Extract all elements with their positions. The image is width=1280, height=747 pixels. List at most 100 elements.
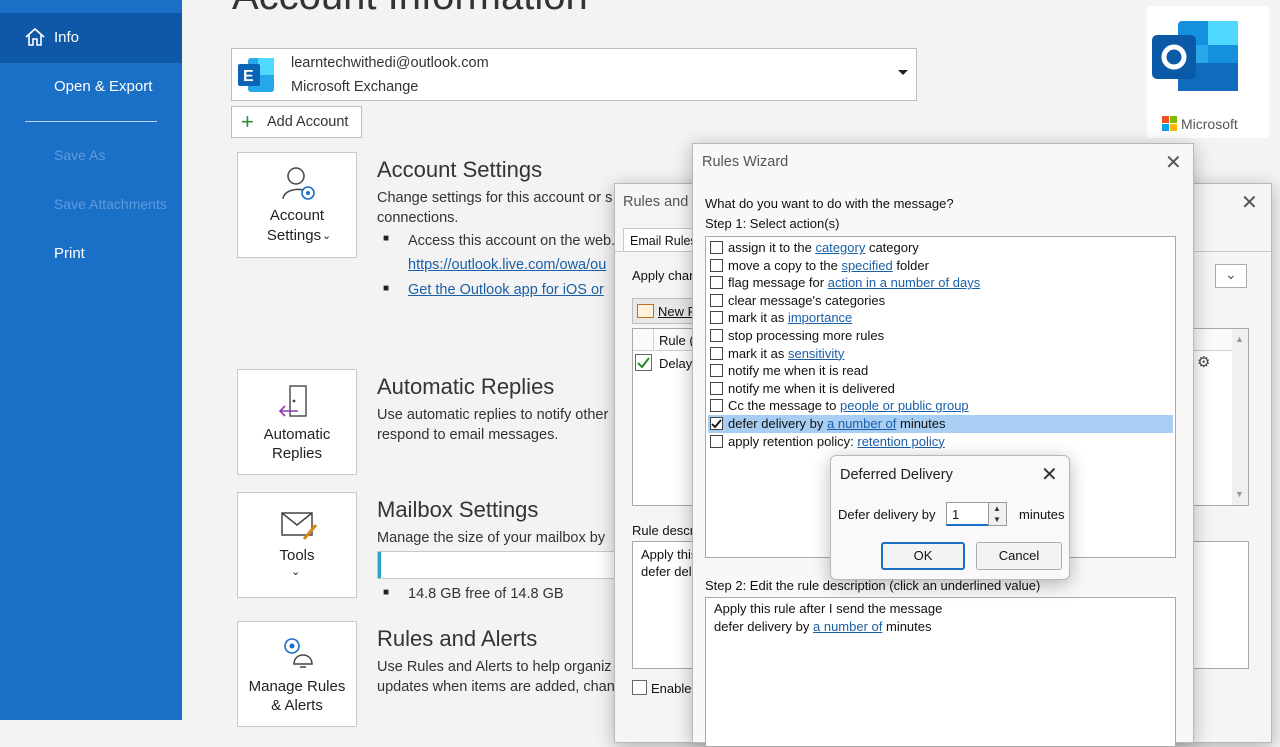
action-text: move a copy to the specified folder [728,257,929,274]
apply-changes-label: Apply chan [632,268,697,283]
account-email: learntechwithedi@outlook.com [291,55,489,71]
tab-email-rules[interactable]: Email Rules [623,228,703,252]
action-value-link[interactable]: specified [841,258,892,273]
list-item[interactable]: stop processing more rules [708,327,1173,345]
scroll-down-icon[interactable]: ▼ [1235,489,1244,499]
bullet-icon: ■ [383,587,390,598]
manage-rules-label-1: Manage Rules [248,678,346,695]
action-label: apply retention policy: [728,433,858,449]
stepper-up-icon[interactable]: ▲ [993,504,1001,513]
scrollbar[interactable]: ▲ ▼ [1232,329,1248,505]
list-item[interactable]: Cc the message to people or public group [708,397,1173,415]
minutes-stepper[interactable]: ▲ ▼ [988,502,1007,526]
action-checkbox[interactable] [710,311,723,325]
automatic-replies-label-2: Replies [271,445,323,462]
tab-email-rules-label: Email Rules [630,234,697,248]
mail-tools-icon [280,509,318,545]
manage-rules-button[interactable]: Manage Rules & Alerts [237,621,357,727]
rules-desc-1: Use Rules and Alerts to help organiz [377,659,612,675]
action-value-link[interactable]: people or public group [840,398,969,413]
close-icon[interactable]: ✕ [1241,193,1258,213]
action-checkbox[interactable] [710,258,723,272]
wizard-description-box: Apply this rule after I send the message… [705,597,1176,747]
number-of-minutes-link[interactable]: a number of [813,619,882,634]
rules-desc-2: updates when items are added, chan [377,679,615,695]
action-label: notify me when it is read [728,363,869,379]
rule-column-header[interactable]: Rule ( [659,333,694,348]
action-checkbox[interactable] [710,346,723,360]
rules-alerts-icon [278,634,318,674]
add-account-button[interactable]: + Add Account [231,106,362,138]
ok-button[interactable]: OK [881,542,965,570]
action-text: Cc the message to people or public group [728,397,969,414]
outlook-logo: Microsoft [1147,6,1269,138]
action-checkbox[interactable] [710,276,723,290]
wizard-desc-line-2: defer delivery by a number of minutes [714,619,932,634]
list-item[interactable]: mark it as importance [708,309,1173,327]
action-label: move a copy to the [728,257,842,273]
folder-dropdown[interactable]: ⌄ [1215,264,1247,288]
step1-label: Step 1: Select action(s) [705,216,840,231]
add-account-label: Add Account [267,114,349,130]
list-item[interactable]: defer delivery by a number of minutes [708,415,1173,433]
tools-button[interactable]: Tools ⌄ [237,492,357,598]
close-icon[interactable]: ✕ [1041,465,1058,485]
scroll-up-icon[interactable]: ▲ [1235,334,1244,344]
mailbox-heading: Mailbox Settings [377,497,539,522]
rule-options-icon[interactable]: ⚙ [1197,353,1210,371]
cancel-button[interactable]: Cancel [976,542,1062,570]
action-value-link[interactable]: action in a number of days [828,275,980,290]
account-settings-button[interactable]: Account Settings ⌄ [237,152,357,258]
plus-icon: + [241,109,254,134]
list-item[interactable]: notify me when it is read [708,362,1173,380]
action-value-link[interactable]: importance [788,310,852,325]
action-text: stop processing more rules [728,327,884,344]
list-item[interactable]: mark it as sensitivity [708,345,1173,363]
nav-item-print[interactable]: Print [54,245,236,262]
action-checkbox[interactable] [710,417,723,430]
list-item[interactable]: clear message's categories [708,292,1173,310]
chevron-down-icon: ⌄ [322,230,332,242]
stepper-down-icon[interactable]: ▼ [993,515,1001,524]
list-item[interactable]: flag message for action in a number of d… [708,274,1173,292]
column-divider [653,329,654,351]
action-label: Cc the message to [728,398,840,414]
enable-label: Enable [651,681,692,696]
wizard-desc-line-1: Apply this rule after I send the message [714,601,943,616]
account-selector[interactable]: E learntechwithedi@outlook.com Microsoft… [231,48,917,101]
rule-description-label: Rule descr [632,523,695,538]
action-checkbox[interactable] [710,381,723,395]
nav-item-open-export[interactable]: Open & Export [54,78,236,95]
action-text: apply retention policy: retention policy [728,433,945,450]
action-label: stop processing more rules [728,328,885,343]
automatic-replies-button[interactable]: Automatic Replies [237,369,357,475]
action-checkbox[interactable] [710,364,723,378]
automatic-replies-desc-1: Use automatic replies to notify other [377,407,609,423]
owa-link[interactable]: https://outlook.live.com/owa/ou [408,255,606,275]
account-web-text: Access this account on the web. [408,233,616,249]
step2-label: Step 2: Edit the rule description (click… [705,578,1041,593]
enable-checkbox[interactable] [632,680,647,695]
bullet-icon: ■ [383,283,390,294]
nav-item-info[interactable]: Info [0,13,182,63]
action-label-suffix: category [865,240,919,255]
action-checkbox[interactable] [710,241,723,254]
action-text: mark it as sensitivity [728,345,844,362]
action-label: notify me when it is delivered [728,380,895,396]
mobile-app-link[interactable]: Get the Outlook app for iOS or [408,280,604,300]
action-checkbox[interactable] [710,434,723,448]
action-value-link[interactable]: a number of [827,416,896,431]
action-checkbox[interactable] [710,293,723,307]
list-item[interactable]: assign it to the category category [708,239,1173,257]
action-value-link[interactable]: retention policy [857,434,944,449]
action-checkbox[interactable] [710,329,723,342]
action-checkbox[interactable] [710,399,723,413]
list-item[interactable]: apply retention policy: retention policy [708,433,1173,451]
list-item[interactable]: notify me when it is delivered [708,380,1173,398]
minutes-input[interactable]: 1 [946,502,989,526]
wizard-desc-text: defer delivery by [714,619,813,634]
close-icon[interactable]: ✕ [1165,153,1182,173]
action-value-link[interactable]: category [815,240,865,255]
action-value-link[interactable]: sensitivity [788,346,844,361]
list-item[interactable]: move a copy to the specified folder [708,257,1173,275]
